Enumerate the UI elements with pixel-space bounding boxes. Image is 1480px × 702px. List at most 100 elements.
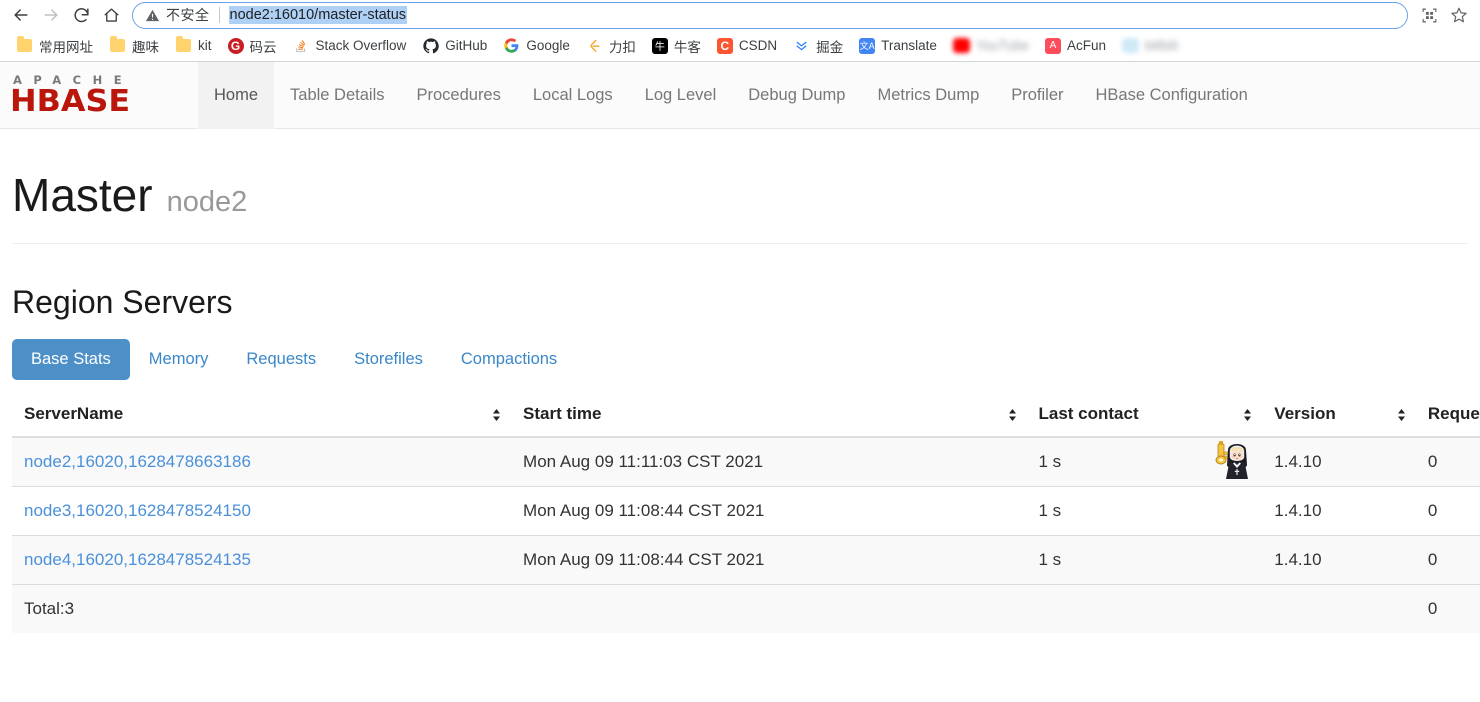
region-servers-table-wrap: ServerName Start time Last contact Versi…: [12, 394, 1480, 633]
tab-memory[interactable]: Memory: [130, 339, 228, 380]
stackoverflow-icon: [293, 37, 310, 54]
region-servers-heading: Region Servers: [12, 284, 233, 320]
bookmark-csdn[interactable]: C CSDN: [709, 34, 785, 58]
nav-item-local-logs[interactable]: Local Logs: [517, 62, 629, 129]
cell-total-requests-per-second: 0: [1415, 584, 1480, 633]
table-row[interactable]: node3,16020,1628478524150 Mon Aug 09 11:…: [12, 486, 1480, 536]
google-icon: [503, 37, 520, 54]
column-header-requests-per-second[interactable]: Requests Per Second: [1415, 394, 1480, 438]
bookmark-folder-kit[interactable]: kit: [167, 34, 220, 58]
bookmark-nowcoder[interactable]: 牛 牛客: [644, 34, 709, 58]
leetcode-icon: [586, 37, 603, 54]
bookmark-leetcode[interactable]: 力扣: [578, 34, 644, 58]
bookmark-acfun[interactable]: A AcFun: [1037, 34, 1114, 58]
nav-item-metrics-dump[interactable]: Metrics Dump: [861, 62, 995, 129]
sort-caret-icon[interactable]: [1397, 408, 1406, 422]
cell-servername: node4,16020,1628478524135: [12, 535, 512, 585]
bookmark-star-icon[interactable]: [1444, 1, 1474, 29]
page-content: Master node2 Region Servers Base Stats M…: [0, 129, 1480, 633]
cell-servername: node2,16020,1628478663186: [12, 436, 512, 487]
bookmark-label: 常用网址: [39, 39, 93, 55]
nav-item-hbase-configuration[interactable]: HBase Configuration: [1080, 62, 1264, 129]
nav-item-profiler[interactable]: Profiler: [995, 62, 1079, 129]
sort-caret-icon[interactable]: [492, 408, 501, 422]
bookmark-github[interactable]: GitHub: [414, 34, 495, 58]
bookmark-gitee[interactable]: G 码云: [220, 34, 285, 58]
cell-servername: node3,16020,1628478524150: [12, 486, 512, 536]
cell-last-contact: 1 s: [1026, 486, 1263, 536]
nav-item-procedures[interactable]: Procedures: [400, 62, 516, 129]
cell-requests-per-second: 0: [1415, 436, 1480, 487]
nav-item-debug-dump[interactable]: Debug Dump: [732, 62, 861, 129]
security-label: 不安全: [166, 7, 210, 23]
bilibili-icon: [1122, 37, 1139, 54]
column-header-servername[interactable]: ServerName: [12, 394, 512, 438]
qr-code-icon[interactable]: [1414, 1, 1444, 29]
address-bar[interactable]: 不安全 node2:16010/master-status: [132, 1, 1408, 29]
apache-hbase-logo[interactable]: APACHE HBASE: [10, 72, 182, 118]
home-button[interactable]: [96, 1, 126, 29]
region-servers-tabs: Base Stats Memory Requests Storefiles Co…: [12, 339, 1468, 380]
omnibox-separator: [218, 7, 220, 23]
youtube-icon: [952, 37, 970, 54]
bookmark-label: bilibili: [1145, 38, 1179, 53]
sort-caret-icon[interactable]: [1243, 408, 1252, 422]
server-link[interactable]: node3,16020,1628478524150: [24, 501, 251, 520]
server-link[interactable]: node2,16020,1628478663186: [24, 452, 251, 471]
cell-total-label: Total:3: [12, 584, 512, 633]
tab-compactions[interactable]: Compactions: [442, 339, 576, 380]
cell-start-time: Mon Aug 09 11:11:03 CST 2021: [511, 436, 1027, 487]
bookmark-folder-quwei[interactable]: 趣味: [101, 34, 167, 58]
bookmark-label: 牛客: [673, 39, 701, 55]
forward-button[interactable]: [36, 1, 66, 29]
table-body: node2,16020,1628478663186 Mon Aug 09 11:…: [12, 436, 1480, 633]
column-label: Version: [1274, 404, 1336, 423]
column-header-last-contact[interactable]: Last contact: [1026, 394, 1263, 438]
tab-requests[interactable]: Requests: [227, 339, 335, 380]
bookmark-label: GitHub: [445, 38, 488, 53]
cell-total-start-time: [511, 584, 1027, 633]
site-navbar: APACHE HBASE Home Table Details Procedur…: [0, 61, 1480, 129]
folder-icon: [16, 36, 33, 54]
github-icon: [422, 37, 439, 54]
back-button[interactable]: [6, 1, 36, 29]
table-total-row: Total:3 0: [12, 584, 1480, 633]
bookmark-youtube[interactable]: YouTube: [945, 34, 1037, 58]
table-row[interactable]: node4,16020,1628478524135 Mon Aug 09 11:…: [12, 535, 1480, 585]
cell-version: 1.4.10: [1262, 486, 1416, 536]
bookmark-folder-changyong[interactable]: 常用网址: [8, 34, 101, 58]
toolbar-right-icons: [1414, 1, 1474, 29]
bookmark-stack-overflow[interactable]: Stack Overflow: [285, 34, 415, 58]
url-text[interactable]: node2:16010/master-status: [228, 6, 408, 24]
column-header-start-time[interactable]: Start time: [511, 394, 1027, 438]
column-label: Last contact: [1038, 404, 1139, 423]
table-row[interactable]: node2,16020,1628478663186 Mon Aug 09 11:…: [12, 436, 1480, 487]
nav-item-table-details[interactable]: Table Details: [274, 62, 400, 129]
juejin-icon: [793, 37, 810, 54]
bookmarks-bar: 常用网址 趣味 kit G 码云 Stack Overflow GitHub G…: [0, 30, 1480, 61]
bookmark-juejin[interactable]: 掘金: [785, 34, 851, 58]
nav-item-home[interactable]: Home: [198, 61, 275, 129]
reload-button[interactable]: [66, 1, 96, 29]
tab-storefiles[interactable]: Storefiles: [335, 339, 442, 380]
bookmark-label: 趣味: [132, 39, 159, 55]
gitee-icon: G: [227, 37, 244, 54]
cell-last-contact: 1 s: [1026, 535, 1263, 585]
column-label: ServerName: [24, 404, 124, 423]
bookmark-label: AcFun: [1066, 38, 1106, 53]
column-header-version[interactable]: Version: [1262, 394, 1416, 438]
tab-base-stats[interactable]: Base Stats: [12, 339, 130, 380]
bookmark-google[interactable]: Google: [495, 34, 578, 58]
bookmark-label: 掘金: [816, 39, 844, 55]
warning-triangle-icon[interactable]: [145, 8, 160, 23]
bookmark-bilibili[interactable]: bilibili: [1114, 34, 1186, 58]
server-link[interactable]: node4,16020,1628478524135: [24, 550, 251, 569]
bookmark-label: 力扣: [608, 39, 636, 55]
table-header-row: ServerName Start time Last contact Versi…: [12, 394, 1480, 438]
cell-version: 1.4.10: [1262, 436, 1416, 487]
sort-caret-icon[interactable]: [1008, 408, 1017, 422]
browser-toolbar: 不安全 node2:16010/master-status: [0, 0, 1480, 30]
bookmark-translate[interactable]: 文A Translate: [851, 34, 945, 58]
nav-item-log-level[interactable]: Log Level: [629, 62, 733, 129]
cell-requests-per-second: 0: [1415, 486, 1480, 536]
